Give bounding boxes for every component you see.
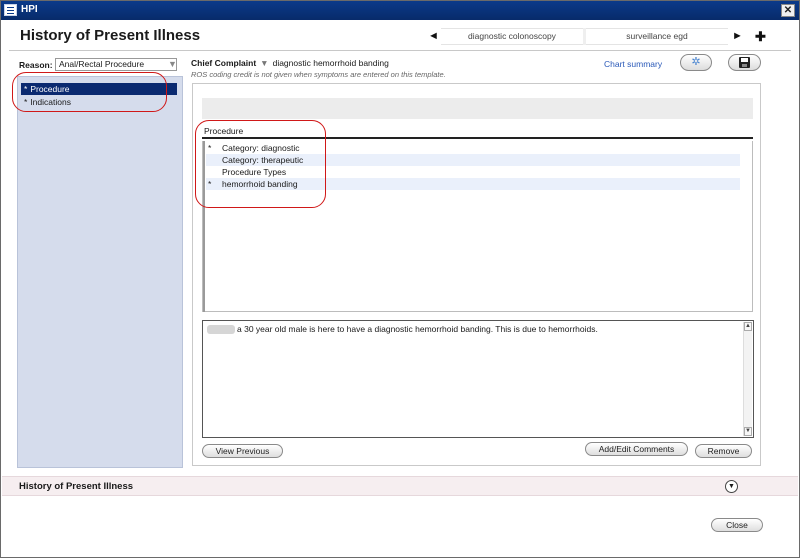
view-previous-button[interactable]: View Previous bbox=[202, 444, 283, 458]
refresh-button[interactable]: ✲ bbox=[680, 54, 712, 71]
reason-label: Reason: bbox=[19, 60, 53, 70]
section-tree: * Procedure * Indications bbox=[17, 76, 183, 468]
window-title: HPI bbox=[21, 4, 38, 15]
toolbar-strip bbox=[202, 98, 753, 119]
expand-chevron-icon[interactable]: ▼ bbox=[725, 480, 738, 493]
redacted-name bbox=[207, 325, 235, 334]
remove-button[interactable]: Remove bbox=[695, 444, 752, 458]
tab-navigator: ◄ diagnostic colonoscopy surveillance eg… bbox=[426, 28, 768, 45]
narrative-text: a 30 year old male is here to have a dia… bbox=[237, 324, 598, 334]
narrative-textarea[interactable]: a 30 year old male is here to have a dia… bbox=[202, 320, 754, 438]
header-divider bbox=[9, 50, 791, 51]
spinner-icon: ✲ bbox=[691, 56, 701, 68]
reason-dropdown-icon[interactable]: ▼ bbox=[168, 59, 177, 69]
add-tab-icon[interactable]: ✚ bbox=[755, 29, 766, 45]
scroll-down-icon[interactable]: ▼ bbox=[744, 427, 752, 436]
tab-surveillance-egd[interactable]: surveillance egd bbox=[586, 28, 728, 45]
header: History of Present Illness ◄ diagnostic … bbox=[2, 20, 798, 50]
chief-complaint-dropdown-icon[interactable]: ▼ bbox=[260, 58, 268, 68]
annotation-circle-tree bbox=[12, 72, 167, 112]
chief-complaint-label: Chief Complaint bbox=[191, 58, 257, 68]
reason-select[interactable]: Anal/Rectal Procedure bbox=[55, 58, 177, 71]
prev-arrow-icon[interactable]: ◄ bbox=[428, 30, 439, 42]
chart-summary-link[interactable]: Chart summary bbox=[604, 59, 662, 69]
collapsed-section-bar[interactable]: History of Present Illness ▼ bbox=[2, 476, 798, 496]
chief-complaint: Chief Complaint ▼ diagnostic hemorrhoid ba… bbox=[191, 58, 389, 68]
collapsed-section-label: History of Present Illness bbox=[19, 481, 134, 492]
tab-diagnostic-colonoscopy[interactable]: diagnostic colonoscopy bbox=[441, 28, 583, 45]
scroll-up-icon[interactable]: ▲ bbox=[744, 322, 752, 331]
add-edit-comments-button[interactable]: Add/Edit Comments bbox=[585, 442, 688, 456]
page-title: History of Present Illness bbox=[20, 27, 201, 44]
right-panel: Chief Complaint ▼ diagnostic hemorrhoid ba… bbox=[191, 54, 763, 468]
chief-complaint-value: diagnostic hemorrhoid banding bbox=[272, 58, 389, 68]
close-button[interactable]: Close bbox=[711, 518, 763, 532]
hpi-window: HPI ✕ History of Present Illness ◄ diagn… bbox=[0, 0, 800, 558]
annotation-circle-procedure bbox=[195, 120, 326, 208]
window-close-button[interactable]: ✕ bbox=[781, 4, 795, 17]
left-panel: Reason: Anal/Rectal Procedure ▼ * Procedu… bbox=[17, 56, 183, 468]
save-button[interactable] bbox=[728, 54, 761, 71]
save-icon bbox=[739, 57, 750, 68]
app-icon bbox=[4, 4, 17, 16]
title-bar: HPI ✕ bbox=[1, 1, 799, 20]
narrative-scrollbar[interactable]: ▲ ▼ bbox=[743, 322, 752, 436]
next-arrow-icon[interactable]: ► bbox=[732, 30, 743, 42]
ros-note: ROS coding credit is not given when symp… bbox=[191, 70, 446, 79]
